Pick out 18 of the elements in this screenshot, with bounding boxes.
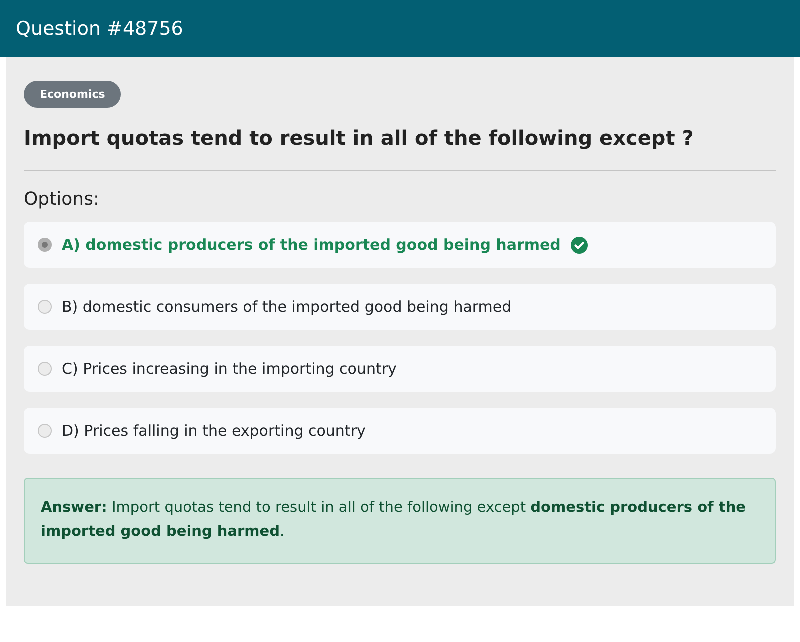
radio-button[interactable] [38,424,52,438]
question-text: Import quotas tend to result in all of the following except ? [24,126,695,150]
option-row[interactable]: D) Prices falling in the exporting country [24,408,776,454]
radio-button[interactable] [38,362,52,376]
answer-text: Answer: Import quotas tend to result in all of the following except domestic producers of the imported good being harmed. [41,500,746,540]
option-text: A) domestic producers of the imported good being harmed [62,236,561,254]
radio-button[interactable] [38,238,52,252]
radio-button[interactable] [38,300,52,314]
option-text: C) Prices increasing in the importing country [62,360,397,378]
category-tag: Economics [24,81,122,108]
option-text: B) domestic consumers of the imported good being harmed [62,298,512,316]
option-text: D) Prices falling in the exporting country [62,422,366,440]
options-label: Options: [24,189,101,210]
question-title: Question #48756 [16,18,184,40]
option-row[interactable]: A) domestic producers of the imported good being harmed [24,222,776,268]
option-row[interactable]: C) Prices increasing in the importing country [24,346,776,392]
check-circle-icon [570,236,588,254]
option-row[interactable]: B) domestic consumers of the imported good being harmed [24,284,776,330]
